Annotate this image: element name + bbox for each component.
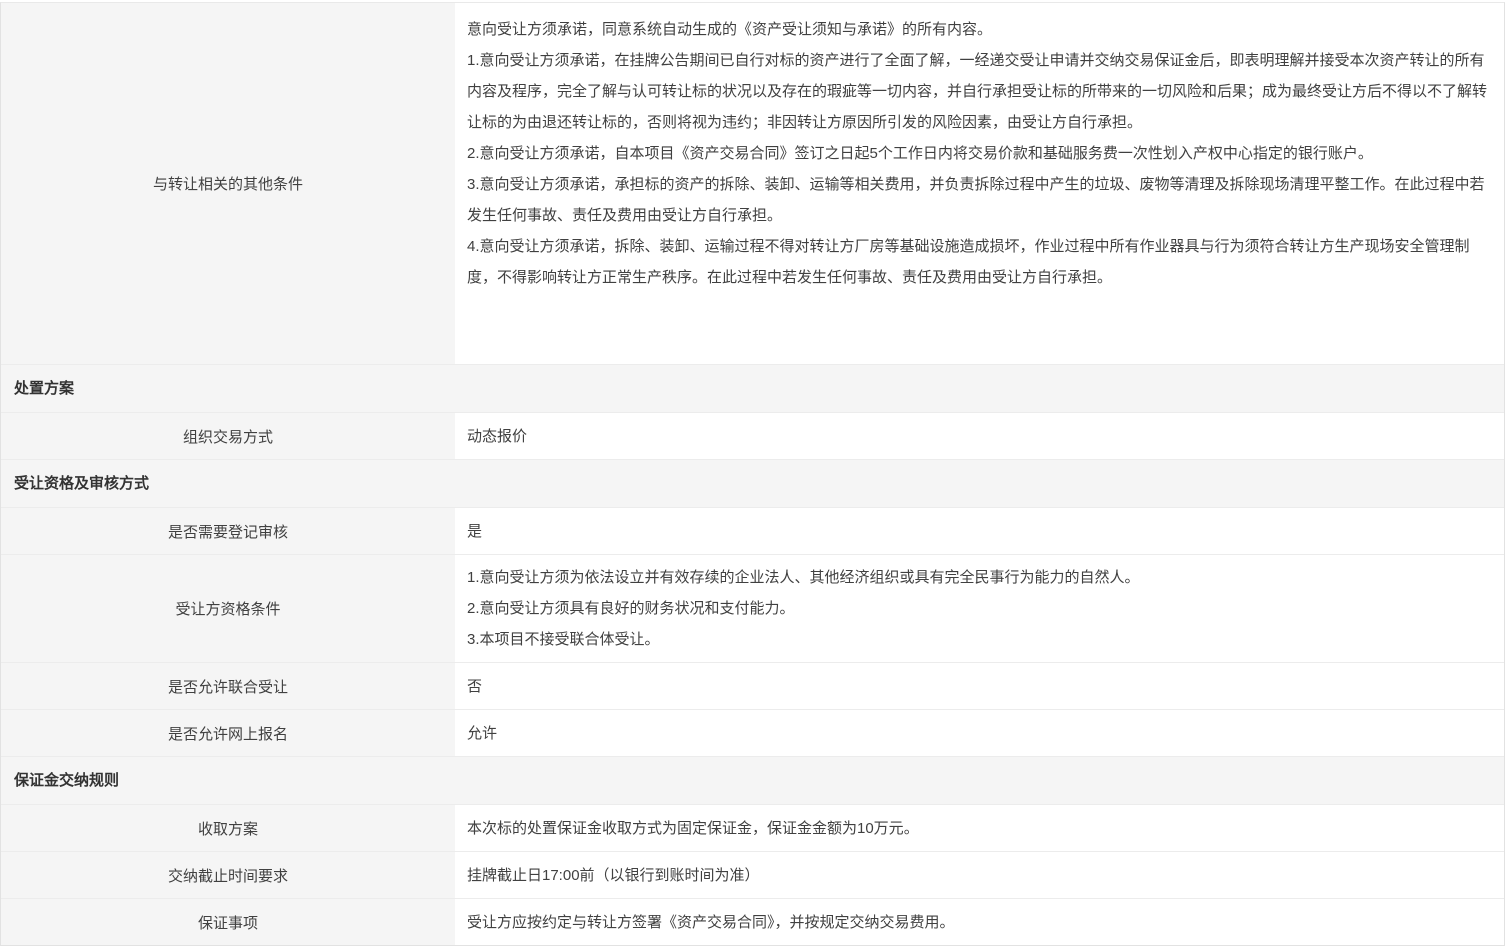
listing-detail-table: 与转让相关的其他条件 意向受让方须承诺，同意系统自动生成的《资产受让须知与承诺》… <box>0 2 1505 946</box>
field-label-text: 是否允许网上报名 <box>168 723 288 744</box>
field-label-text: 是否允许联合受让 <box>168 676 288 697</box>
field-label: 交纳截止时间要求 <box>1 852 455 898</box>
field-value: 动态报价 <box>455 413 1504 459</box>
field-value: 意向受让方须承诺，同意系统自动生成的《资产受让须知与承诺》的所有内容。 1.意向… <box>455 3 1504 364</box>
field-value: 1.意向受让方须为依法设立并有效存续的企业法人、其他经济组织或具有完全民事行为能… <box>455 555 1504 662</box>
field-label: 收取方案 <box>1 805 455 851</box>
field-value-paragraph: 4.意向受让方须承诺，拆除、装卸、运输过程不得对转让方厂房等基础设施造成损坏，作… <box>467 231 1488 293</box>
field-row-joint-transfer-allowed: 是否允许联合受让 否 <box>1 662 1504 709</box>
field-value: 是 <box>455 508 1504 554</box>
field-row-online-registration-allowed: 是否允许网上报名 允许 <box>1 709 1504 756</box>
field-row-trade-organization-method: 组织交易方式 动态报价 <box>1 412 1504 459</box>
field-label-text: 受让方资格条件 <box>175 598 280 619</box>
field-value: 挂牌截止日17:00前（以银行到账时间为准） <box>455 852 1504 898</box>
field-label: 受让方资格条件 <box>1 555 455 662</box>
field-value-paragraph: 是 <box>467 516 1488 547</box>
section-title: 处置方案 <box>14 380 74 397</box>
field-value: 否 <box>455 663 1504 709</box>
field-label: 与转让相关的其他条件 <box>1 3 455 364</box>
field-value-paragraph: 1.意向受让方须承诺，在挂牌公告期间已自行对标的资产进行了全面了解，一经递交受让… <box>467 45 1488 138</box>
field-label-text: 与转让相关的其他条件 <box>153 173 303 194</box>
field-value-paragraph: 受让方应按约定与转让方签署《资产交易合同》，并按规定交纳交易费用。 <box>467 907 1488 938</box>
field-label-text: 交纳截止时间要求 <box>168 865 288 886</box>
field-value: 受让方应按约定与转让方签署《资产交易合同》，并按规定交纳交易费用。 <box>455 899 1504 945</box>
field-label-text: 组织交易方式 <box>183 426 273 447</box>
field-value-paragraph: 动态报价 <box>467 421 1488 452</box>
field-label-text: 收取方案 <box>198 818 258 839</box>
field-value-paragraph: 否 <box>467 671 1488 702</box>
section-title: 保证金交纳规则 <box>14 772 119 789</box>
field-value: 本次标的处置保证金收取方式为固定保证金，保证金金额为10万元。 <box>455 805 1504 851</box>
field-row-registration-review-required: 是否需要登记审核 是 <box>1 507 1504 554</box>
field-value: 允许 <box>455 710 1504 756</box>
field-label-text: 是否需要登记审核 <box>168 521 288 542</box>
field-row-other-transfer-conditions: 与转让相关的其他条件 意向受让方须承诺，同意系统自动生成的《资产受让须知与承诺》… <box>1 3 1504 364</box>
field-label: 是否允许网上报名 <box>1 710 455 756</box>
field-label: 保证事项 <box>1 899 455 945</box>
field-label: 是否需要登记审核 <box>1 508 455 554</box>
field-value-paragraph: 允许 <box>467 718 1488 749</box>
section-header-row-disposal-plan: 处置方案 <box>1 364 1504 412</box>
field-label: 是否允许联合受让 <box>1 663 455 709</box>
field-label-text: 保证事项 <box>198 912 258 933</box>
field-row-guarantee-matters: 保证事项 受让方应按约定与转让方签署《资产交易合同》，并按规定交纳交易费用。 <box>1 898 1504 945</box>
field-label: 组织交易方式 <box>1 413 455 459</box>
section-header-row-transferee-qualification-review: 受让资格及审核方式 <box>1 459 1504 507</box>
field-value-paragraph: 意向受让方须承诺，同意系统自动生成的《资产受让须知与承诺》的所有内容。 <box>467 14 1488 45</box>
field-value-paragraph: 2.意向受让方须具有良好的财务状况和支付能力。 <box>467 593 1488 624</box>
field-row-payment-deadline-requirement: 交纳截止时间要求 挂牌截止日17:00前（以银行到账时间为准） <box>1 851 1504 898</box>
field-value-paragraph: 2.意向受让方须承诺，自本项目《资产交易合同》签订之日起5个工作日内将交易价款和… <box>467 138 1488 169</box>
section-header-row-deposit-payment-rules: 保证金交纳规则 <box>1 756 1504 804</box>
field-value-paragraph: 挂牌截止日17:00前（以银行到账时间为准） <box>467 860 1488 891</box>
field-value-paragraph: 3.意向受让方须承诺，承担标的资产的拆除、装卸、运输等相关费用，并负责拆除过程中… <box>467 169 1488 231</box>
section-title: 受让资格及审核方式 <box>14 475 149 492</box>
field-value-paragraph: 1.意向受让方须为依法设立并有效存续的企业法人、其他经济组织或具有完全民事行为能… <box>467 562 1488 593</box>
field-value-paragraph: 3.本项目不接受联合体受让。 <box>467 624 1488 655</box>
field-row-transferee-qualification-conditions: 受让方资格条件 1.意向受让方须为依法设立并有效存续的企业法人、其他经济组织或具… <box>1 554 1504 662</box>
field-value-paragraph: 本次标的处置保证金收取方式为固定保证金，保证金金额为10万元。 <box>467 813 1488 844</box>
field-row-deposit-collection-plan: 收取方案 本次标的处置保证金收取方式为固定保证金，保证金金额为10万元。 <box>1 804 1504 851</box>
